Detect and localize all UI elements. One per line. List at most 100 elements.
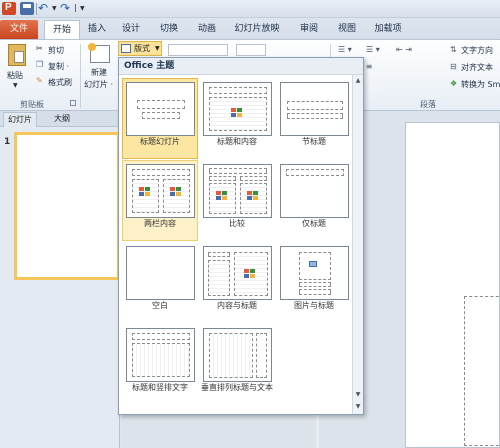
scroll-more-icon[interactable]: ▼ <box>354 403 362 412</box>
tab-slides[interactable]: 幻灯片 <box>3 112 37 127</box>
tab-slideshow[interactable]: 幻灯片放映 <box>232 20 282 39</box>
layout-title-slide[interactable]: 标题幻灯片 <box>122 78 198 159</box>
new-slide-button[interactable]: 新建 <box>91 67 107 78</box>
content-icons <box>139 187 153 197</box>
format-painter-button[interactable]: 格式刷 <box>48 77 72 88</box>
paste-dropdown-icon[interactable]: ▼ <box>13 82 18 89</box>
undo-icon[interactable]: ↶ <box>38 2 52 15</box>
tab-file[interactable]: 文件 <box>0 20 38 39</box>
numbering-icon[interactable]: ☰ ▾ <box>366 45 380 54</box>
format-painter-icon[interactable]: ✎ <box>36 76 43 85</box>
font-name-box[interactable] <box>168 44 228 56</box>
layout-icon <box>121 44 131 53</box>
content-placeholder[interactable] <box>464 296 500 446</box>
align-text-icon[interactable]: ⊟ <box>450 62 457 71</box>
layout-two-content[interactable]: 两栏内容 <box>122 160 198 241</box>
layout-thumbnail <box>126 328 195 382</box>
redo-icon[interactable]: ↷ <box>60 2 74 15</box>
layout-blank[interactable]: 空白 <box>122 242 198 323</box>
content-icons <box>247 191 261 201</box>
tab-animations[interactable]: 动画 <box>192 20 222 39</box>
convert-smartart-button[interactable]: 转换为 Sm <box>461 79 500 90</box>
layout-section-header[interactable]: 节标题 <box>276 78 352 159</box>
paragraph-group-label: 段落 <box>420 100 436 109</box>
new-slide-dropdown[interactable]: 幻灯片 · <box>84 79 113 90</box>
clipboard-group-label: 剪贴板 <box>20 100 44 109</box>
slide-thumbnail[interactable] <box>14 132 120 280</box>
tab-insert[interactable]: 插入 <box>82 20 112 39</box>
layout-title-and-content[interactable]: 标题和内容 <box>199 78 275 159</box>
layout-label: 垂直排列标题与文本 <box>201 383 273 392</box>
layout-thumbnail <box>280 164 349 218</box>
content-icons <box>170 187 184 197</box>
layout-label: 图片与标题 <box>294 301 334 310</box>
text-direction-icon[interactable]: ⇅ <box>450 45 457 54</box>
layout-title-and-vertical-text[interactable]: 标题和竖排文字 <box>122 324 198 405</box>
tab-review[interactable]: 审阅 <box>294 20 324 39</box>
slides-pane: 幻灯片 大纲 1 <box>0 111 120 448</box>
layout-button[interactable]: 版式 ▼ <box>118 41 162 56</box>
slide-canvas[interactable] <box>405 122 500 448</box>
new-slide-icon[interactable] <box>88 43 110 63</box>
scroll-down-icon[interactable]: ▼ <box>354 391 362 400</box>
tab-design[interactable]: 设计 <box>116 20 146 39</box>
layout-label: 两栏内容 <box>144 219 176 228</box>
layout-thumbnail <box>203 328 272 382</box>
layout-label: 内容与标题 <box>217 301 257 310</box>
layout-thumbnail <box>126 82 195 136</box>
layout-picture-with-caption[interactable]: 图片与标题 <box>276 242 352 323</box>
layout-label: 标题幻灯片 <box>140 137 180 146</box>
group-separator <box>80 44 81 108</box>
scroll-up-icon[interactable]: ▲ <box>354 77 362 86</box>
copy-icon[interactable]: ❐ <box>36 60 43 69</box>
layout-title-only[interactable]: 仅标题 <box>276 160 352 241</box>
customize-toolbar-icon[interactable]: ▼ <box>80 5 85 12</box>
tab-home[interactable]: 开始 <box>44 20 80 39</box>
smartart-icon[interactable]: ❖ <box>450 79 457 88</box>
clipboard-launcher-icon[interactable] <box>70 100 76 106</box>
tab-addins[interactable]: 加载项 <box>368 20 408 39</box>
align-text-button[interactable]: 对齐文本 <box>461 62 493 73</box>
save-icon[interactable] <box>20 2 34 15</box>
gallery-scrollbar[interactable]: ▲ ▼ ▼ <box>352 75 363 414</box>
layout-gallery: Office 主题 标题幻灯片 标题和内容 节标题 两栏内容 比较 仅标题 空白… <box>118 57 364 415</box>
powerpoint-app-icon[interactable] <box>2 2 16 15</box>
cut-button[interactable]: 剪切 <box>48 45 64 56</box>
indent-icon[interactable]: ⇤ ⇥ <box>396 45 412 54</box>
layout-label: 节标题 <box>302 137 326 146</box>
pane-tabs: 幻灯片 大纲 <box>0 111 120 127</box>
bullets-icon[interactable]: ☰ ▾ <box>338 45 352 54</box>
cut-icon[interactable]: ✂ <box>36 44 43 53</box>
layout-thumbnail <box>126 164 195 218</box>
tab-view[interactable]: 视图 <box>332 20 362 39</box>
tab-outline[interactable]: 大纲 <box>50 112 74 127</box>
paste-button[interactable]: 粘贴 <box>7 70 23 81</box>
layout-content-with-caption[interactable]: 内容与标题 <box>199 242 275 323</box>
layout-label: 比较 <box>229 219 245 228</box>
layout-label: 标题和内容 <box>217 137 257 146</box>
tab-transitions[interactable]: 切换 <box>154 20 184 39</box>
layout-vertical-title-and-text[interactable]: 垂直排列标题与文本 <box>199 324 275 405</box>
picture-icon <box>309 261 317 267</box>
text-direction-button[interactable]: 文字方向 <box>461 45 493 56</box>
layout-thumbnail <box>203 82 272 136</box>
content-icons <box>216 191 230 201</box>
layout-label: 空白 <box>152 301 168 310</box>
layout-thumbnail <box>126 246 195 300</box>
layout-thumbnail <box>203 246 272 300</box>
paste-icon[interactable] <box>8 44 26 66</box>
layout-comparison[interactable]: 比较 <box>199 160 275 241</box>
layout-thumbnail <box>280 82 349 136</box>
toolbar-separator: | <box>74 3 77 12</box>
layout-label: 标题和竖排文字 <box>132 383 188 392</box>
slide-number: 1 <box>4 137 11 147</box>
copy-button[interactable]: 复制 · <box>48 61 69 72</box>
font-size-box[interactable] <box>236 44 266 56</box>
quick-access-toolbar: ↶ ▼ ↷ | ▼ <box>0 0 500 18</box>
toolbar-separator <box>36 3 37 15</box>
undo-dropdown-icon[interactable]: ▼ <box>52 5 57 12</box>
gallery-header: Office 主题 <box>119 58 363 75</box>
content-icons <box>231 108 245 118</box>
layout-button-label: 版式 <box>134 44 150 53</box>
layout-thumbnail <box>280 246 349 300</box>
